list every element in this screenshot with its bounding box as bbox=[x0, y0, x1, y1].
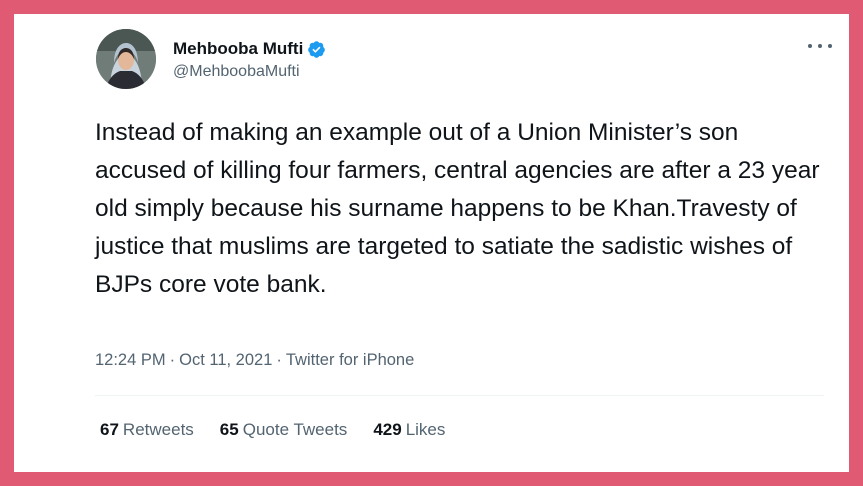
author-name-row: Mehbooba Mufti bbox=[173, 37, 326, 61]
verified-badge-icon bbox=[307, 40, 326, 59]
likes-count: 429 bbox=[373, 420, 402, 439]
quote-tweets-count: 65 bbox=[219, 420, 239, 439]
author-handle[interactable]: @MehboobaMufti bbox=[173, 63, 300, 81]
quote-tweets-stat[interactable]: 65 Quote Tweets bbox=[220, 420, 348, 440]
retweets-count: 67 bbox=[100, 420, 119, 439]
retweets-stat[interactable]: 67 Retweets bbox=[100, 420, 194, 440]
more-dot bbox=[808, 44, 812, 48]
meta-separator: · bbox=[276, 351, 282, 369]
tweet-card: Mehbooba Mufti @MehboobaMufti Instead of… bbox=[14, 14, 849, 472]
tweet-date[interactable]: Oct 11, 2021 bbox=[179, 351, 272, 370]
quote-tweets-label: Quote Tweets bbox=[242, 420, 348, 439]
more-dot bbox=[818, 44, 822, 48]
more-options-icon[interactable] bbox=[808, 36, 832, 56]
tweet-metadata: 12:24 PM · Oct 11, 2021 · Twitter for iP… bbox=[95, 351, 414, 370]
tweet-time[interactable]: 12:24 PM bbox=[95, 351, 166, 370]
retweets-label: Retweets bbox=[122, 420, 194, 439]
divider bbox=[95, 395, 824, 396]
author-display-name[interactable]: Mehbooba Mufti bbox=[173, 39, 303, 59]
more-dot bbox=[828, 44, 832, 48]
likes-stat[interactable]: 429 Likes bbox=[373, 420, 445, 440]
likes-label: Likes bbox=[405, 420, 446, 439]
tweet-content: Mehbooba Mufti @MehboobaMufti Instead of… bbox=[74, 14, 834, 472]
tweet-source-link[interactable]: Twitter for iPhone bbox=[286, 351, 414, 370]
engagement-stats: 67 Retweets 65 Quote Tweets 429 Likes bbox=[100, 420, 471, 440]
meta-separator: · bbox=[169, 351, 176, 369]
user-avatar-icon bbox=[96, 29, 156, 89]
tweet-text: Instead of making an example out of a Un… bbox=[95, 119, 820, 298]
avatar[interactable] bbox=[96, 29, 156, 89]
